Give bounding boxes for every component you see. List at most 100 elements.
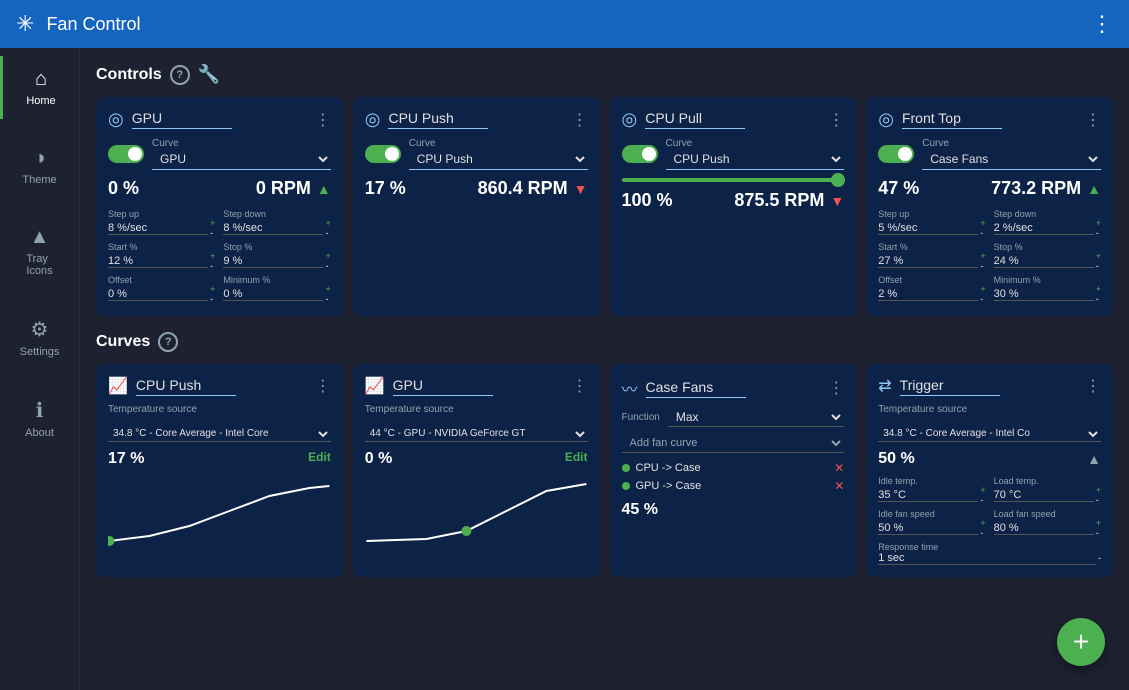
tray-icon: ▲ <box>30 226 50 249</box>
fan-curve-remove-gpu[interactable]: ✕ <box>834 479 844 493</box>
line-chart-icon-2: 📈 <box>365 376 385 396</box>
sidebar-item-theme[interactable]: ◑ Theme <box>0 135 79 198</box>
gpu-minpct-plus[interactable]: + <box>325 285 330 294</box>
add-fan-curve-select[interactable]: Add fan curve <box>622 434 845 453</box>
gpu-start-label: Start % <box>108 242 215 252</box>
trigger-load-temp-minus[interactable]: - <box>1096 496 1101 505</box>
trigger-load-fan-minus[interactable]: - <box>1096 529 1101 538</box>
cpu-push-edit-button[interactable]: Edit <box>308 450 331 468</box>
trigger-idle-temp-minus[interactable]: - <box>980 496 985 505</box>
cpu-push-temp-select[interactable]: 34.8 °C - Core Average - Intel Core <box>108 426 331 442</box>
ft-offset-minus[interactable]: - <box>980 295 985 304</box>
gpu-toggle[interactable] <box>108 145 144 163</box>
controls-settings-icon[interactable]: 🔧 <box>198 64 220 85</box>
ft-stop-minus[interactable]: - <box>1096 262 1101 271</box>
ft-start-value: 27 % <box>878 255 978 268</box>
cpu-push-curve-menu[interactable]: ⋮ <box>315 376 331 396</box>
trigger-idle-fan-plus[interactable]: + <box>980 519 985 528</box>
cpu-push-rpm: 860.4 RPM <box>478 178 568 199</box>
ft-stepup-value: 5 %/sec <box>878 222 978 235</box>
gpu-curve-temp-label: Temperature source <box>365 404 588 415</box>
ft-stepup-plus[interactable]: + <box>980 219 985 228</box>
gpu-curve-select[interactable]: GPU <box>152 149 331 170</box>
front-top-card-header: ◎ Front Top ⋮ <box>878 109 1101 130</box>
titlebar-menu-button[interactable]: ⋮ <box>1091 11 1113 37</box>
gpu-stepup-minus[interactable]: - <box>210 229 215 238</box>
gpu-offset-minus[interactable]: - <box>210 295 215 304</box>
ft-start-minus[interactable]: - <box>980 262 985 271</box>
sidebar-item-about-label: About <box>25 427 54 439</box>
gpu-stop-label: Stop % <box>223 242 330 252</box>
cpu-pull-toggle[interactable] <box>622 145 658 163</box>
gpu-curve-edit-button[interactable]: Edit <box>565 450 588 468</box>
app-title: Fan Control <box>46 14 1091 35</box>
ft-offset-plus[interactable]: + <box>980 285 985 294</box>
trigger-response-minus[interactable]: - <box>1098 554 1101 563</box>
gpu-stop-minus[interactable]: - <box>325 262 330 271</box>
cpu-push-toggle[interactable] <box>365 145 401 163</box>
curves-help-button[interactable]: ? <box>158 332 178 352</box>
gpu-curve-menu[interactable]: ⋮ <box>572 376 588 396</box>
ft-stepup-minus[interactable]: - <box>980 229 985 238</box>
ft-stop-plus[interactable]: + <box>1096 252 1101 261</box>
cpu-pull-slider[interactable] <box>622 178 845 182</box>
gpu-curve-temp-select[interactable]: 44 °C - GPU - NVIDIA GeForce GT <box>365 426 588 442</box>
gpu-stop-plus[interactable]: + <box>325 252 330 261</box>
gpu-card-header: ◎ GPU ⋮ <box>108 109 331 130</box>
info-icon: ℹ <box>36 398 44 423</box>
front-top-percent: 47 % <box>878 178 919 199</box>
cpu-push-card-menu[interactable]: ⋮ <box>572 110 588 130</box>
gpu-stepdown-minus[interactable]: - <box>325 229 330 238</box>
front-top-toggle[interactable] <box>878 145 914 163</box>
trigger-load-fan-plus[interactable]: + <box>1096 519 1101 528</box>
front-top-card-title: Front Top <box>902 110 1002 129</box>
ft-stepdown-plus[interactable]: + <box>1096 219 1101 228</box>
trigger-temp-select[interactable]: 34.8 °C - Core Average - Intel Co <box>878 426 1101 442</box>
gpu-stepdown-value: 8 %/sec <box>223 222 323 235</box>
add-fab-button[interactable]: + <box>1057 618 1105 666</box>
cpu-pull-rpm: 875.5 RPM <box>734 190 824 211</box>
curves-cards-grid: 📈 CPU Push ⋮ Temperature source 34.8 °C … <box>96 364 1113 577</box>
sidebar-item-settings[interactable]: ⚙ Settings <box>0 305 79 370</box>
sidebar-item-about[interactable]: ℹ About <box>0 386 79 451</box>
ft-offset-value: 2 % <box>878 288 978 301</box>
gpu-stepup-plus[interactable]: + <box>210 219 215 228</box>
controls-help-button[interactable]: ? <box>170 65 190 85</box>
gpu-start-minus[interactable]: - <box>210 262 215 271</box>
cpu-push-curve-stats: 17 % Edit <box>108 450 331 468</box>
cpu-push-percent: 17 % <box>365 178 406 199</box>
gpu-start-plus[interactable]: + <box>210 252 215 261</box>
case-fans-curve-menu[interactable]: ⋮ <box>828 378 844 398</box>
gpu-stats: 0 % 0 RPM ▲ <box>108 178 331 199</box>
ft-minpct-plus[interactable]: + <box>1096 285 1101 294</box>
ft-minpct-minus[interactable]: - <box>1096 295 1101 304</box>
fan-curve-remove-cpu[interactable]: ✕ <box>834 461 844 475</box>
cpu-pull-card-menu[interactable]: ⋮ <box>828 110 844 130</box>
gpu-stepdown-plus[interactable]: + <box>325 219 330 228</box>
front-top-card-menu[interactable]: ⋮ <box>1085 110 1101 130</box>
trigger-idle-temp-plus[interactable]: + <box>980 486 985 495</box>
sidebar-item-tray-icons[interactable]: ▲ TrayIcons <box>0 214 79 289</box>
trigger-idle-fan-value: 50 % <box>878 522 978 535</box>
curves-label: Curves <box>96 333 150 351</box>
cpu-pull-curve-select[interactable]: CPU Push <box>666 149 845 170</box>
front-top-stats: 47 % 773.2 RPM ▲ <box>878 178 1101 199</box>
cpu-pull-slider-container <box>622 178 845 182</box>
cpu-push-temp-label: Temperature source <box>108 404 331 415</box>
gpu-offset-label: Offset <box>108 275 215 285</box>
trigger-curve-menu[interactable]: ⋮ <box>1085 376 1101 396</box>
gpu-minpct-minus[interactable]: - <box>325 295 330 304</box>
trigger-load-temp-plus[interactable]: + <box>1096 486 1101 495</box>
front-top-curve-select[interactable]: Case Fans <box>922 149 1101 170</box>
ft-stepdown-minus[interactable]: - <box>1096 229 1101 238</box>
cpu-push-curve-select[interactable]: CPU Push <box>409 149 588 170</box>
gpu-offset-plus[interactable]: + <box>210 285 215 294</box>
ft-start-plus[interactable]: + <box>980 252 985 261</box>
gpu-curve-stats: 0 % Edit <box>365 450 588 468</box>
function-select[interactable]: Max <box>668 408 844 427</box>
sidebar-item-home[interactable]: ⌂ Home <box>0 56 79 119</box>
trigger-idle-fan-minus[interactable]: - <box>980 529 985 538</box>
gpu-card-menu[interactable]: ⋮ <box>315 110 331 130</box>
trigger-expand-icon[interactable]: ▲ <box>1087 451 1101 467</box>
settings-icon: ⚙ <box>31 317 49 342</box>
